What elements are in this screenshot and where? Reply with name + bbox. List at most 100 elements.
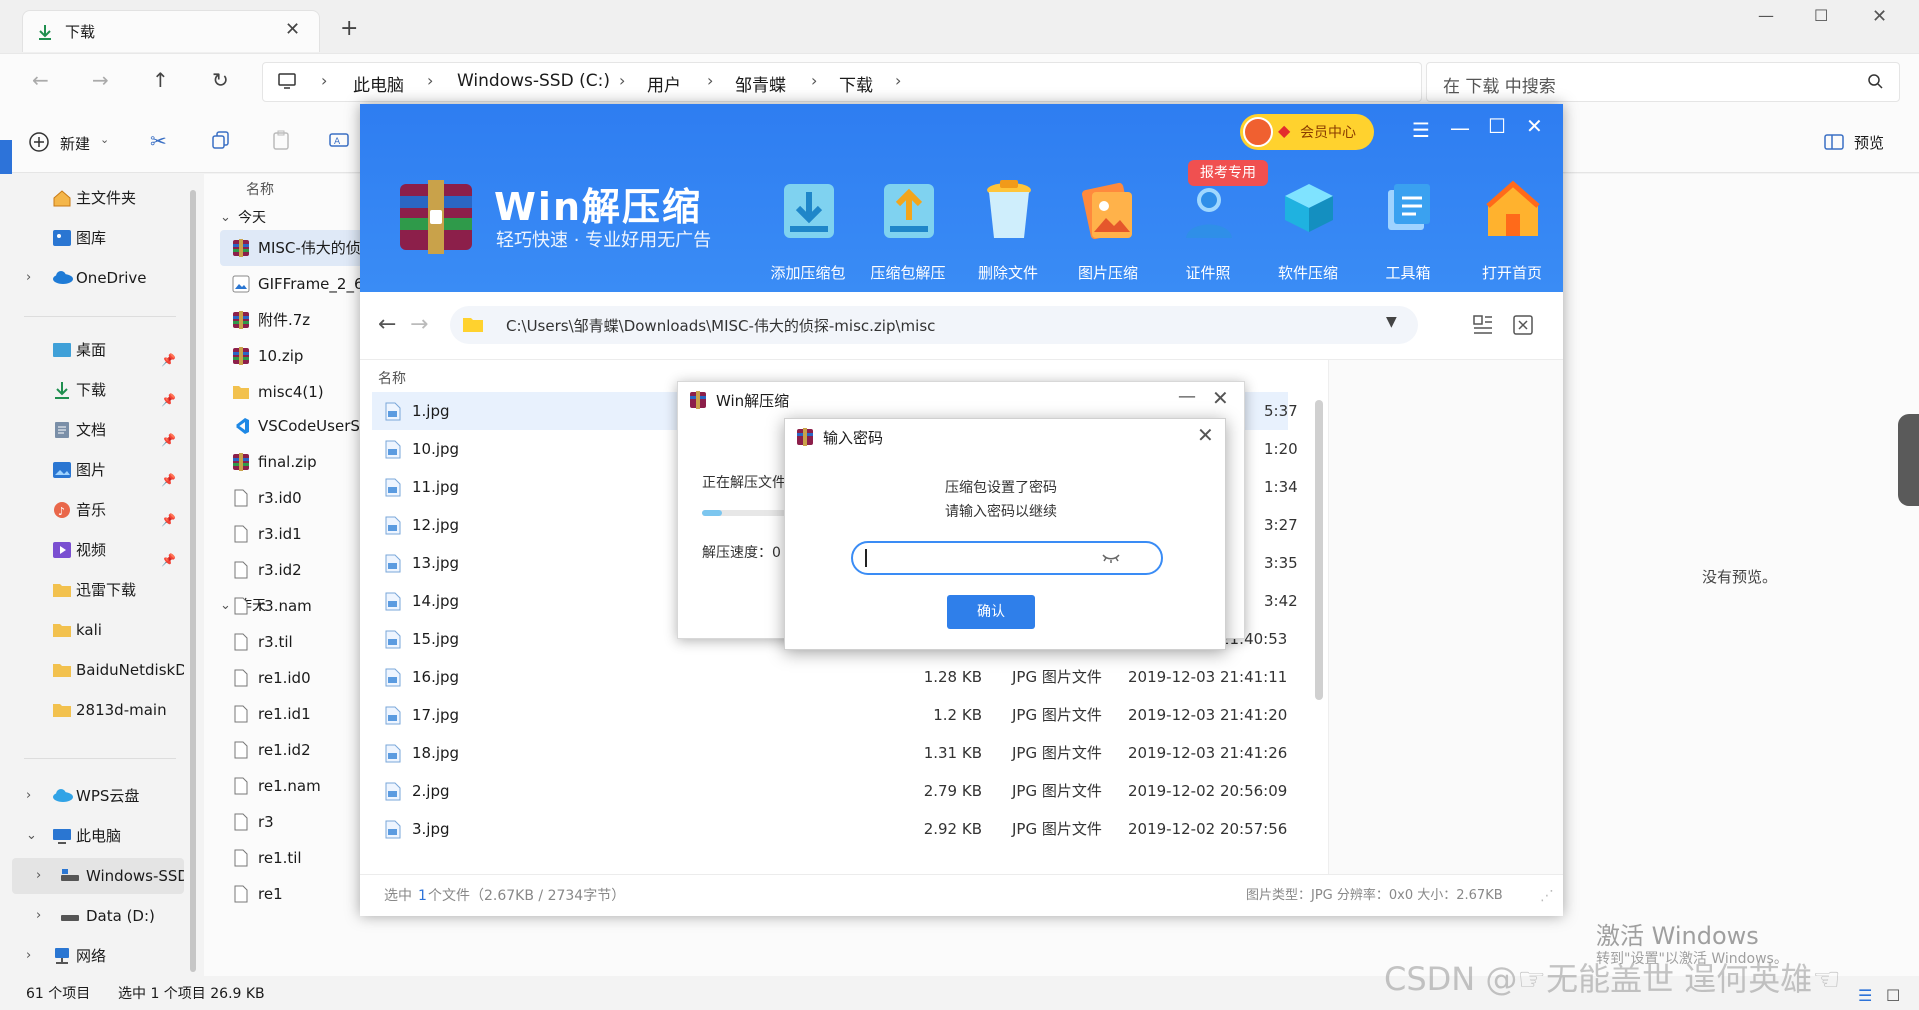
nav-scrollbar[interactable]: [190, 190, 196, 972]
breadcrumb-item[interactable]: 下载: [839, 71, 873, 96]
nav-item-baidu[interactable]: BaiduNetdiskD: [12, 652, 184, 688]
search-input[interactable]: 在 下载 中搜索: [1426, 62, 1900, 102]
breadcrumb-item[interactable]: 此电脑: [353, 71, 404, 96]
nav-item-home[interactable]: 主文件夹: [12, 180, 184, 216]
tool-id-photo[interactable]: 证件照: [1160, 170, 1256, 290]
paste-icon[interactable]: [270, 129, 292, 151]
minimize-icon[interactable]: —: [1758, 6, 1774, 25]
eye-closed-icon[interactable]: [1101, 549, 1121, 565]
jpg-file-icon: [384, 440, 402, 459]
chevron-down-icon[interactable]: ▼: [1386, 314, 1397, 330]
nav-item-documents[interactable]: 文档 📌: [12, 412, 184, 448]
chevron-right-icon[interactable]: ›: [26, 260, 31, 296]
back-icon[interactable]: ←: [378, 312, 396, 337]
nav-item-onedrive[interactable]: › OneDrive: [12, 260, 184, 296]
nav-item-network[interactable]: › 网络: [12, 938, 184, 974]
nav-item-thispc[interactable]: ⌄ 此电脑: [12, 818, 184, 854]
maximize-icon[interactable]: ☐: [1488, 114, 1506, 138]
file-name: r3: [258, 813, 274, 831]
breadcrumb[interactable]: › 此电脑 › Windows-SSD (C:) › 用户 › 邹青蝶 › 下载…: [262, 62, 1422, 102]
chevron-right-icon[interactable]: ›: [26, 778, 31, 814]
grid-view-icon[interactable]: [1472, 314, 1494, 336]
archive-file-row[interactable]: 16.jpg 1.28 KB JPG 图片文件 2019-12-03 21:41:11: [372, 658, 1288, 696]
archive-file-row[interactable]: 18.jpg 1.31 KB JPG 图片文件 2019-12-03 21:41:26: [372, 734, 1288, 772]
file-name: r3.id2: [258, 561, 302, 579]
details-view-icon[interactable]: ☰: [1858, 980, 1872, 1010]
archiver-brand: Win解压缩: [494, 185, 702, 229]
side-handle[interactable]: [1898, 414, 1919, 506]
copy-icon[interactable]: [210, 129, 232, 151]
forward-icon[interactable]: →: [92, 68, 109, 92]
new-button[interactable]: 新建 ⌄: [28, 131, 128, 155]
tool-label: 图片压缩: [1077, 264, 1138, 282]
password-input[interactable]: [851, 541, 1163, 575]
breadcrumb-item[interactable]: 用户: [647, 71, 681, 96]
resize-grip-icon[interactable]: ⋰: [1540, 875, 1554, 916]
column-header-name[interactable]: 名称: [378, 368, 406, 388]
breadcrumb-item[interactable]: Windows-SSD (C:): [457, 71, 610, 91]
archive-file-name: 3.jpg: [412, 820, 450, 838]
tab-downloads[interactable]: 下载 ✕: [22, 10, 320, 52]
minimize-icon[interactable]: —: [1178, 386, 1196, 407]
close-icon[interactable]: ✕: [1526, 114, 1543, 138]
maximize-icon[interactable]: ☐: [1814, 6, 1828, 25]
nav-item-wps[interactable]: › WPS云盘: [12, 778, 184, 814]
nav-item-cdrive[interactable]: › Windows-SSD: [12, 858, 184, 894]
close-tab-icon[interactable]: ✕: [285, 19, 300, 40]
back-icon[interactable]: ←: [32, 68, 49, 92]
nav-item-ddrive[interactable]: › Data (D:): [12, 898, 184, 934]
nav-item-kali[interactable]: kali: [12, 612, 184, 648]
list-scrollbar[interactable]: [1315, 400, 1323, 700]
preview-button[interactable]: 预览: [1824, 131, 1904, 155]
rename-icon[interactable]: A: [328, 129, 350, 151]
up-icon[interactable]: ↑: [152, 68, 169, 92]
archive-file-row[interactable]: 2.jpg 2.79 KB JPG 图片文件 2019-12-02 20:56:09: [372, 772, 1288, 810]
archive-file-row[interactable]: 3.jpg 2.92 KB JPG 图片文件 2019-12-02 20:57:56: [372, 810, 1288, 848]
winrar-small-icon: [688, 390, 708, 410]
forward-icon[interactable]: →: [410, 312, 428, 337]
nav-item-repo[interactable]: 2813d-main: [12, 692, 184, 728]
cut-icon[interactable]: ✂: [150, 129, 167, 153]
nav-label: 图库: [76, 229, 107, 247]
confirm-button[interactable]: 确认: [947, 595, 1035, 629]
close-window-icon[interactable]: ✕: [1872, 6, 1887, 27]
file-icon: [232, 489, 250, 507]
chevron-down-icon[interactable]: ⌄: [26, 818, 37, 854]
tool-extract[interactable]: 压缩包解压: [860, 170, 956, 290]
file-name: GIFFrame_2_6: [258, 275, 364, 293]
new-tab-icon[interactable]: +: [340, 16, 358, 41]
jpg-file-icon: [384, 668, 402, 687]
archive-file-row[interactable]: 17.jpg 1.2 KB JPG 图片文件 2019-12-03 21:41:20: [372, 696, 1288, 734]
close-icon[interactable]: ✕: [1212, 386, 1229, 410]
tiles-view-icon[interactable]: ☐: [1886, 980, 1900, 1010]
tool-software-compress[interactable]: 软件压缩: [1260, 170, 1356, 290]
chevron-right-icon[interactable]: ›: [36, 898, 41, 934]
tool-home[interactable]: 打开首页: [1464, 170, 1560, 290]
member-center-button[interactable]: ◆ 会员中心: [1240, 114, 1374, 150]
tool-add-archive[interactable]: 添加压缩包: [760, 170, 856, 290]
tool-toolbox[interactable]: 工具箱: [1360, 170, 1456, 290]
nav-item-music[interactable]: ♪ 音乐 📌: [12, 492, 184, 528]
tool-delete[interactable]: 删除文件: [960, 170, 1056, 290]
jpg-file-icon: [384, 820, 402, 839]
select-icon[interactable]: [1512, 314, 1534, 336]
nav-item-pictures[interactable]: 图片 📌: [12, 452, 184, 488]
breadcrumb-item[interactable]: 邹青蝶: [735, 71, 786, 96]
refresh-icon[interactable]: ↻: [212, 68, 229, 92]
minimize-icon[interactable]: —: [1450, 116, 1470, 140]
nav-item-videos[interactable]: 视频 📌: [12, 532, 184, 568]
nav-item-gallery[interactable]: 图库: [12, 220, 184, 256]
home-icon: [52, 189, 72, 207]
close-icon[interactable]: ✕: [1197, 423, 1214, 447]
tool-image-compress[interactable]: 图片压缩: [1060, 170, 1156, 290]
chevron-right-icon[interactable]: ›: [26, 938, 31, 974]
archive-path-field[interactable]: C:\Users\邹青蝶\Downloads\MISC-伟大的侦探-misc.z…: [450, 306, 1418, 344]
chevron-right-icon[interactable]: ›: [36, 858, 41, 894]
tool-label: 软件压缩: [1277, 264, 1338, 282]
nav-item-downloads[interactable]: 下载 📌: [12, 372, 184, 408]
column-header-name[interactable]: 名称: [246, 176, 274, 204]
nav-item-xunlei[interactable]: 迅雷下载: [12, 572, 184, 608]
file-name: re1.id0: [258, 669, 311, 687]
menu-icon[interactable]: ☰: [1412, 118, 1430, 142]
nav-item-desktop[interactable]: 桌面 📌: [12, 332, 184, 368]
